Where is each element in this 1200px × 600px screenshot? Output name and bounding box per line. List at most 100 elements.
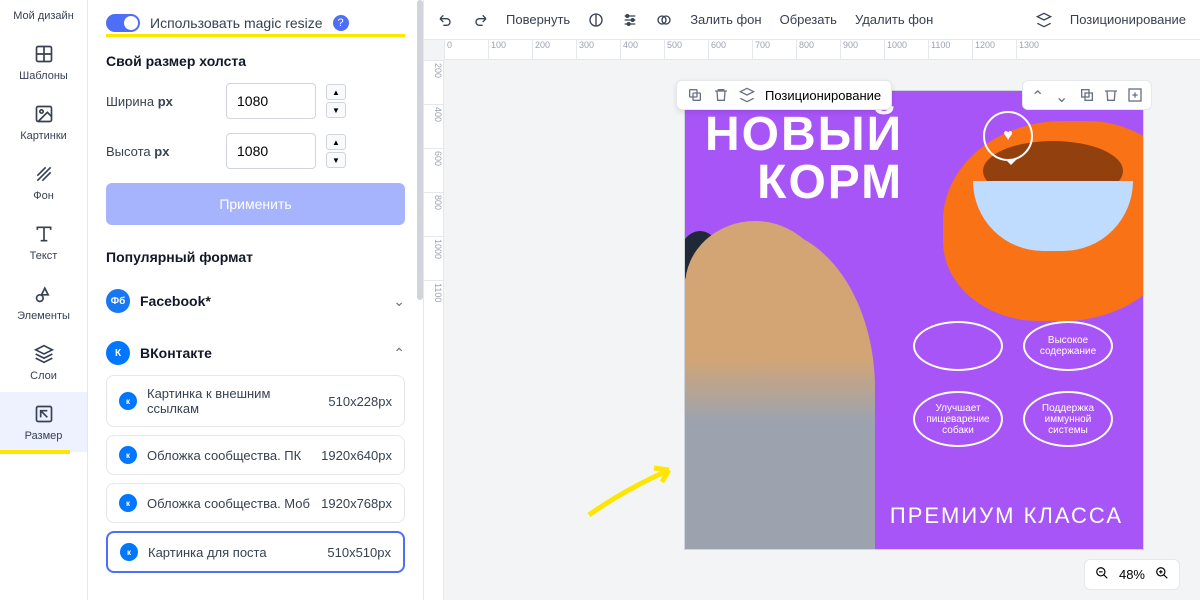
ruler-horizontal: 0100200300400500600700800900100011001200… [444, 40, 1200, 60]
floating-right-toolbar: ⌃ ⌄ [1022, 80, 1152, 110]
templates-icon [32, 42, 56, 66]
format-group-vk: К ВКонтакте ⌃ к Картинка к внешним ссылк… [106, 331, 405, 573]
overlap-icon[interactable] [656, 12, 672, 28]
sidebar-item-text[interactable]: Текст [0, 212, 87, 272]
magic-resize-toggle[interactable] [106, 14, 140, 32]
heart-bubble: ♥ [983, 111, 1033, 161]
image-icon [32, 102, 56, 126]
sidebar-item-elements[interactable]: Элементы [0, 272, 87, 332]
workspace[interactable]: 0100200300400500600700800900100011001200… [424, 40, 1200, 600]
height-row: Высота px ▲ ▼ [106, 133, 405, 169]
sidebar-item-images[interactable]: Картинки [0, 92, 87, 152]
floating-toolbar: Позиционирование [676, 80, 892, 110]
width-label: Ширина px [106, 94, 226, 109]
magic-resize-row: Использовать magic resize ? [106, 14, 405, 37]
feature-bubble: Высокое содержание [1023, 321, 1113, 371]
vk-icon: к [119, 494, 137, 512]
format-label: Картинка для поста [148, 545, 317, 560]
vk-format-cover-pc[interactable]: к Обложка сообщества. ПК 1920x640px [106, 435, 405, 475]
premium-text: ПРЕМИУМ КЛАССА [890, 503, 1123, 529]
vk-header[interactable]: К ВКонтакте ⌃ [106, 331, 405, 375]
facebook-header[interactable]: Фб Facebook* ⌄ [106, 279, 405, 323]
size-panel: Использовать magic resize ? Свой размер … [88, 0, 424, 600]
vk-icon: к [119, 392, 137, 410]
format-size: 510x510px [327, 545, 391, 560]
float-position-label[interactable]: Позиционирование [765, 88, 881, 103]
layers-icon[interactable] [739, 87, 755, 103]
resize-icon [32, 402, 56, 426]
vk-icon: к [119, 446, 137, 464]
hatch-icon [32, 162, 56, 186]
sidebar-item-label: Шаблоны [19, 70, 68, 82]
canvas-headline: НОВЫЙ КОРМ [705, 111, 903, 207]
chevron-down-icon: ⌄ [393, 293, 405, 310]
design-canvas[interactable]: ♥ НОВЫЙ КОРМ Высокое содержание Улучшает… [684, 90, 1144, 550]
format-size: 1920x768px [321, 496, 392, 511]
trash-icon[interactable] [713, 87, 729, 103]
vk-format-cover-mob[interactable]: к Обложка сообщества. Моб 1920x768px [106, 483, 405, 523]
layers-icon[interactable] [1036, 12, 1052, 28]
collapse-icon[interactable]: ⌃ [1031, 87, 1047, 103]
height-input[interactable] [226, 133, 316, 169]
rotate-button[interactable]: Повернуть [506, 12, 570, 27]
copy-icon[interactable] [687, 87, 703, 103]
remove-bg-button[interactable]: Удалить фон [855, 12, 933, 27]
magic-resize-label: Использовать magic resize [150, 15, 323, 31]
vk-format-post-image[interactable]: к Картинка для поста 510x510px [106, 531, 405, 573]
format-group-facebook: Фб Facebook* ⌄ [106, 279, 405, 323]
feature-bubble: Поддержка иммунной системы [1023, 391, 1113, 447]
custom-size-title: Свой размер холста [106, 53, 405, 69]
facebook-label: Facebook* [140, 293, 383, 309]
zoom-control: 48% [1084, 559, 1180, 590]
feature-bubble: Улучшает пищеварение собаки [913, 391, 1003, 447]
sidebar-item-background[interactable]: Фон [0, 152, 87, 212]
sliders-icon[interactable] [622, 12, 638, 28]
crop-button[interactable]: Обрезать [780, 12, 837, 27]
text-icon [32, 222, 56, 246]
sidebar-item-mydesign[interactable]: Мой дизайн [0, 0, 87, 32]
height-step-up[interactable]: ▲ [326, 134, 346, 150]
height-step-down[interactable]: ▼ [326, 152, 346, 168]
sidebar-item-size[interactable]: Размер [0, 392, 87, 452]
width-step-up[interactable]: ▲ [326, 84, 346, 100]
format-label: Обложка сообщества. ПК [147, 448, 311, 463]
width-step-down[interactable]: ▼ [326, 102, 346, 118]
width-stepper: ▲ ▼ [326, 84, 346, 118]
trash-icon[interactable] [1103, 87, 1119, 103]
chevron-up-icon: ⌃ [393, 345, 405, 362]
adjust-icon[interactable] [588, 12, 604, 28]
ruler-vertical: 20040060080010001100 [424, 60, 444, 600]
sidebar-item-layers[interactable]: Слои [0, 332, 87, 392]
sidebar-item-templates[interactable]: Шаблоны [0, 32, 87, 92]
undo-button[interactable] [438, 12, 454, 28]
format-label: Обложка сообщества. Моб [147, 496, 311, 511]
add-icon[interactable] [1127, 87, 1143, 103]
left-sidebar: Мой дизайн Шаблоны Картинки Фон Текст Эл… [0, 0, 88, 600]
width-input[interactable] [226, 83, 316, 119]
vk-format-external-link[interactable]: к Картинка к внешним ссылкам 510x228px [106, 375, 405, 427]
apply-button[interactable]: Применить [106, 183, 405, 225]
sidebar-item-label: Элементы [17, 310, 70, 322]
format-size: 1920x640px [321, 448, 392, 463]
copy-icon[interactable] [1079, 87, 1095, 103]
position-button[interactable]: Позиционирование [1070, 12, 1186, 27]
help-icon[interactable]: ? [333, 15, 349, 31]
zoom-out-button[interactable] [1095, 566, 1109, 583]
sidebar-item-label: Картинки [20, 130, 67, 142]
shapes-icon [32, 282, 56, 306]
zoom-in-button[interactable] [1155, 566, 1169, 583]
sidebar-item-label: Фон [33, 190, 54, 202]
feature-bubble [913, 321, 1003, 371]
sidebar-item-label: Слои [30, 370, 57, 382]
vk-icon: К [106, 341, 130, 365]
popular-format-title: Популярный формат [106, 249, 405, 265]
sidebar-item-label: Текст [30, 250, 58, 262]
sidebar-item-label: Размер [25, 430, 63, 442]
expand-icon[interactable]: ⌄ [1055, 87, 1071, 103]
canvas-area: Повернуть Залить фон Обрезать Удалить фо… [424, 0, 1200, 600]
layers-icon [32, 342, 56, 366]
redo-button[interactable] [472, 12, 488, 28]
fill-bg-button[interactable]: Залить фон [690, 12, 761, 27]
height-stepper: ▲ ▼ [326, 134, 346, 168]
zoom-value: 48% [1119, 567, 1145, 582]
